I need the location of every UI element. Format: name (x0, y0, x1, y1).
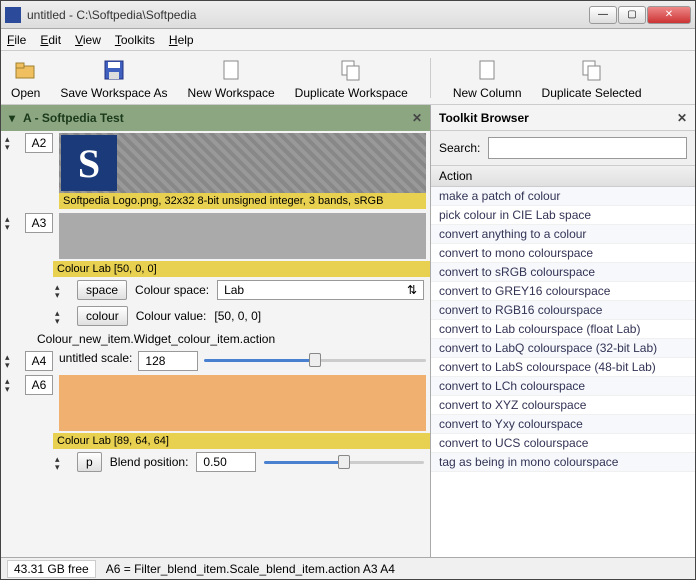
menu-help[interactable]: Help (169, 33, 194, 47)
open-button[interactable]: Open (7, 54, 44, 102)
list-item[interactable]: convert to Yxy colourspace (431, 415, 695, 434)
folder-open-icon (12, 56, 40, 84)
colour-info-bar: Colour Lab [89, 64, 64] (53, 433, 430, 449)
search-label: Search: (439, 141, 480, 155)
action-text: Colour_new_item.Widget_colour_item.actio… (37, 332, 275, 346)
toolbar-separator (430, 58, 431, 98)
maximize-button[interactable]: ▢ (618, 6, 646, 24)
list-item[interactable]: pick colour in CIE Lab space (431, 206, 695, 225)
image-preview[interactable]: S (59, 133, 426, 193)
list-item[interactable]: tag as being in mono colourspace (431, 453, 695, 472)
list-item[interactable]: convert to RGB16 colourspace (431, 301, 695, 320)
row-reorder-icon[interactable]: ▴▾ (55, 453, 69, 471)
scale-input[interactable]: 128 (138, 351, 198, 371)
minimize-button[interactable]: — (589, 6, 617, 24)
toolbar: Open Save Workspace As New Workspace Dup… (1, 51, 695, 105)
menubar: File Edit View Toolkits Help (1, 29, 695, 51)
document-new-icon (217, 56, 245, 84)
cell-id[interactable]: A6 (25, 375, 53, 395)
list-item[interactable]: convert to GREY16 colourspace (431, 282, 695, 301)
cell-id[interactable]: A3 (25, 213, 53, 233)
toolkit-browser: Toolkit Browser ✕ Search: Action make a … (431, 105, 695, 557)
status-free-space: 43.31 GB free (7, 560, 96, 578)
colour-button[interactable]: colour (77, 306, 128, 326)
close-column-icon[interactable]: ✕ (412, 111, 422, 125)
menu-toolkits[interactable]: Toolkits (115, 33, 155, 47)
cell-a6: ▴▾ A6 (1, 373, 430, 433)
toolkit-title: Toolkit Browser (439, 111, 529, 125)
colour-value-label: Colour value: (136, 309, 207, 323)
list-item[interactable]: convert to sRGB colourspace (431, 263, 695, 282)
statusbar: 43.31 GB free A6 = Filter_blend_item.Sca… (1, 557, 695, 579)
row-reorder-icon[interactable]: ▴▾ (5, 351, 19, 369)
space-label: Colour space: (135, 283, 209, 297)
save-workspace-button[interactable]: Save Workspace As (56, 54, 171, 102)
titlebar: untitled - C:\Softpedia\Softpedia — ▢ ✕ (1, 1, 695, 29)
workspace-column: ▾ A - Softpedia Test ✕ ▴▾ A2 S Softpedia… (1, 105, 431, 557)
search-input[interactable] (488, 137, 687, 159)
list-item[interactable]: convert to mono colourspace (431, 244, 695, 263)
row-reorder-icon[interactable]: ▴▾ (5, 375, 19, 393)
colour-swatch[interactable] (59, 213, 426, 259)
app-window: untitled - C:\Softpedia\Softpedia — ▢ ✕ … (0, 0, 696, 580)
select-arrows-icon: ⇅ (407, 283, 417, 297)
list-item[interactable]: convert to LCh colourspace (431, 377, 695, 396)
row-reorder-icon[interactable]: ▴▾ (5, 213, 19, 231)
row-reorder-icon[interactable]: ▴▾ (5, 133, 19, 151)
action-list: make a patch of colourpick colour in CIE… (431, 187, 695, 557)
cell-a3: ▴▾ A3 (1, 211, 430, 261)
colour-info-bar: Colour Lab [50, 0, 0] (53, 261, 430, 277)
image-info-bar: Softpedia Logo.png, 32x32 8-bit unsigned… (59, 193, 426, 209)
list-item[interactable]: convert to XYZ colourspace (431, 396, 695, 415)
list-header[interactable]: Action (431, 165, 695, 187)
scale-slider[interactable] (204, 351, 426, 369)
duplicate-selected-button[interactable]: Duplicate Selected (538, 54, 646, 102)
app-icon (5, 7, 21, 23)
status-expression: A6 = Filter_blend_item.Scale_blend_item.… (106, 562, 395, 576)
duplicate-icon (578, 56, 606, 84)
menu-view[interactable]: View (75, 33, 101, 47)
window-title: untitled - C:\Softpedia\Softpedia (27, 8, 589, 22)
blend-input[interactable]: 0.50 (196, 452, 256, 472)
list-item[interactable]: convert to LabS colourspace (48-bit Lab) (431, 358, 695, 377)
scale-label: untitled scale: (59, 351, 132, 365)
duplicate-icon (337, 56, 365, 84)
row-reorder-icon[interactable]: ▴▾ (55, 307, 69, 325)
new-workspace-button[interactable]: New Workspace (184, 54, 279, 102)
cell-id[interactable]: A2 (25, 133, 53, 153)
list-item[interactable]: convert to LabQ colourspace (32-bit Lab) (431, 339, 695, 358)
column-header[interactable]: ▾ A - Softpedia Test ✕ (1, 105, 430, 131)
close-button[interactable]: ✕ (647, 6, 691, 24)
list-item[interactable]: convert to Lab colourspace (float Lab) (431, 320, 695, 339)
blend-label: Blend position: (110, 455, 189, 469)
blend-slider[interactable] (264, 453, 424, 471)
space-button[interactable]: space (77, 280, 127, 300)
list-item[interactable]: convert anything to a colour (431, 225, 695, 244)
list-item[interactable]: make a patch of colour (431, 187, 695, 206)
list-item[interactable]: convert to UCS colourspace (431, 434, 695, 453)
menu-edit[interactable]: Edit (40, 33, 61, 47)
colour-value: [50, 0, 0] (214, 309, 261, 323)
close-panel-icon[interactable]: ✕ (677, 111, 687, 125)
cell-id[interactable]: A4 (25, 351, 53, 371)
duplicate-workspace-button[interactable]: Duplicate Workspace (291, 54, 412, 102)
colour-space-select[interactable]: Lab⇅ (217, 280, 424, 300)
softpedia-logo-icon: S (61, 135, 117, 191)
cell-a2: ▴▾ A2 S Softpedia Logo.png, 32x32 8-bit … (1, 131, 430, 211)
cell-a4: ▴▾ A4 untitled scale: 128 (1, 349, 430, 373)
chevron-down-icon: ▾ (9, 111, 15, 125)
toolkit-header: Toolkit Browser ✕ (431, 105, 695, 131)
colour-swatch[interactable] (59, 375, 426, 431)
column-title: A - Softpedia Test (23, 111, 124, 125)
p-button[interactable]: p (77, 452, 102, 472)
menu-file[interactable]: File (7, 33, 26, 47)
save-icon (100, 56, 128, 84)
new-column-button[interactable]: New Column (449, 54, 526, 102)
row-reorder-icon[interactable]: ▴▾ (55, 281, 69, 299)
document-new-icon (473, 56, 501, 84)
